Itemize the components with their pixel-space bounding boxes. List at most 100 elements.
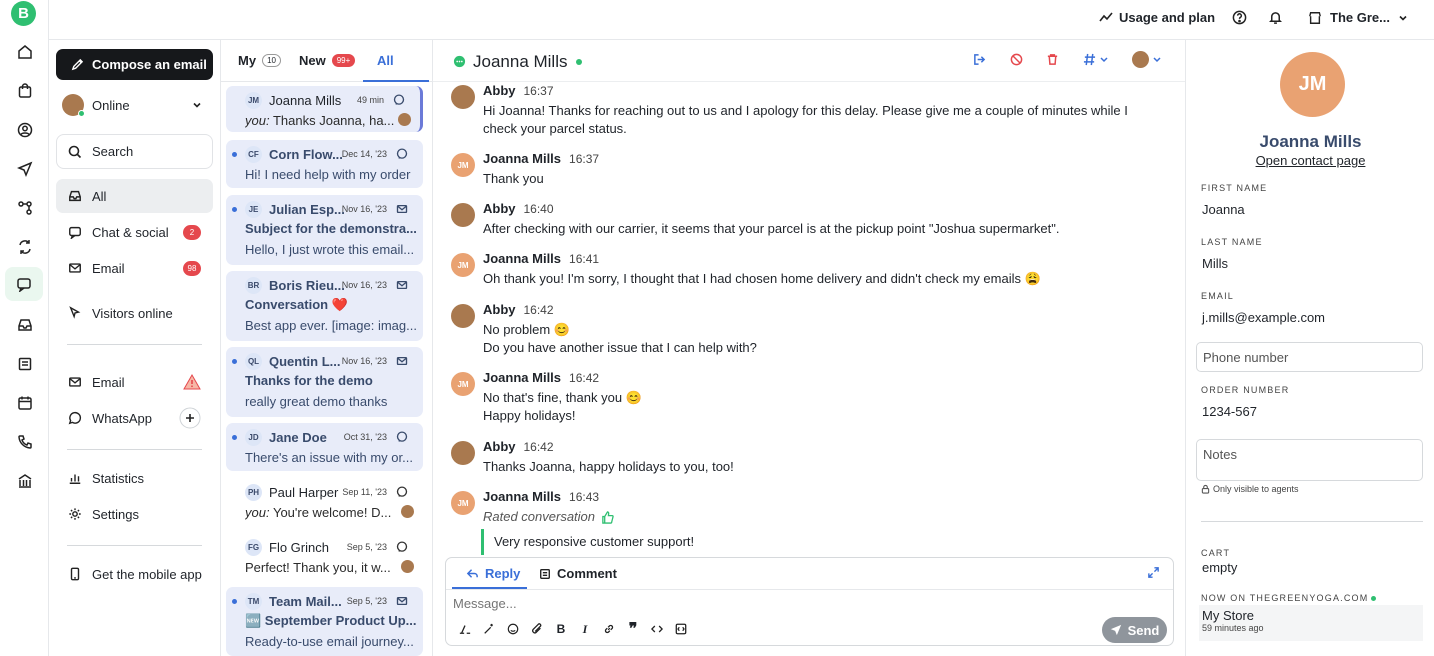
conversation-date: Nov 16, '23	[341, 356, 387, 366]
link-icon[interactable]	[602, 622, 616, 636]
chat-icon	[393, 94, 405, 105]
nav-settings[interactable]: Settings	[56, 497, 213, 531]
message-author: Joanna Mills	[483, 251, 562, 266]
tag-menu[interactable]	[1083, 53, 1109, 66]
conversation-name: Quentin L...	[269, 353, 341, 369]
order-number-field[interactable]: 1234-567	[1202, 404, 1257, 419]
code-block-icon[interactable]	[674, 622, 688, 636]
send-button[interactable]: Send	[1102, 617, 1167, 643]
channel-email[interactable]: Email	[56, 365, 213, 399]
bank-icon[interactable]	[14, 470, 36, 492]
search-label: Search	[92, 144, 134, 159]
message-author: Joanna Mills	[483, 489, 562, 504]
send-icon[interactable]	[14, 158, 36, 180]
code-icon[interactable]	[650, 622, 664, 636]
tab-reply[interactable]: Reply	[466, 566, 520, 581]
contact-avatar: JM	[1280, 52, 1345, 117]
conversation-date: Sep 5, '23	[346, 596, 387, 606]
phone-field[interactable]: Phone number	[1196, 342, 1423, 372]
conversation-item[interactable]: JE Julian Esp... Nov 16, '23 Subject for …	[226, 195, 423, 265]
nav-email[interactable]: Email 98	[56, 251, 213, 285]
chat-icon	[396, 431, 408, 442]
formatting-toolbar: B I ❞	[458, 621, 688, 638]
expand-icon[interactable]	[1147, 566, 1160, 579]
nav-chat-social[interactable]: Chat & social 2	[56, 215, 213, 249]
emoji-icon[interactable]	[506, 622, 520, 636]
chat-icon	[396, 148, 408, 159]
tab-new[interactable]: New 99+	[299, 53, 356, 68]
conversation-item[interactable]: PH Paul Harper Sep 11, '23 you: You're we…	[226, 478, 423, 526]
automation-icon[interactable]	[14, 197, 36, 219]
conversation-item[interactable]: CF Corn Flow... Dec 14, '23 Hi! I need he…	[226, 140, 423, 188]
conversation-item[interactable]: BR Boris Rieu... Nov 16, '23 Conversation…	[226, 271, 423, 341]
attachment-icon[interactable]	[530, 622, 544, 636]
cursor-icon	[69, 306, 81, 319]
usage-and-plan-button[interactable]: Usage and plan	[1099, 10, 1215, 25]
conversation-item[interactable]: TM Team Mail... Sep 5, '23 🆕 September Pr…	[226, 587, 423, 656]
mail-icon	[69, 263, 81, 273]
chat-icon	[396, 541, 408, 552]
email-field[interactable]: j.mills@example.com	[1202, 310, 1325, 325]
forms-icon[interactable]	[14, 353, 36, 375]
italic-icon[interactable]: I	[578, 622, 592, 636]
text-style-icon[interactable]	[458, 622, 472, 636]
current-page-time: 59 minutes ago	[1202, 623, 1264, 633]
chat-message: Abby 16:42 Thanks Joanna, happy holidays …	[451, 439, 1151, 479]
last-name-field[interactable]: Mills	[1202, 256, 1228, 271]
bold-icon[interactable]: B	[554, 622, 568, 636]
phone-icon[interactable]	[14, 431, 36, 453]
conversation-item[interactable]: FG Flo Grinch Sep 5, '23 Perfect! Thank y…	[226, 533, 423, 581]
search-button[interactable]: Search	[56, 134, 213, 169]
nav-visitors-label: Visitors online	[92, 305, 173, 321]
exit-icon[interactable]	[973, 53, 986, 66]
search-icon	[68, 145, 82, 158]
contact-avatar: JM	[451, 491, 475, 515]
order-number-label: ORDER NUMBER	[1201, 385, 1290, 395]
first-name-field[interactable]: Joanna	[1202, 202, 1245, 217]
notes-field[interactable]: Notes	[1196, 439, 1423, 481]
home-icon[interactable]	[14, 41, 36, 63]
calendar-icon[interactable]	[14, 392, 36, 414]
assignee-menu[interactable]	[1132, 51, 1162, 68]
brevo-logo[interactable]: B	[11, 1, 36, 26]
conversation-item[interactable]: JM Joanna Mills 49 min you: Thanks Joanna…	[226, 86, 423, 132]
divider	[1201, 521, 1423, 522]
magic-wand-icon[interactable]	[482, 622, 496, 636]
sync-icon[interactable]	[14, 236, 36, 258]
tab-my-label: My	[238, 53, 257, 68]
nav-statistics[interactable]: Statistics	[56, 461, 213, 495]
block-icon[interactable]	[1010, 53, 1023, 66]
conversation-item[interactable]: JD Jane Doe Oct 31, '23 There's an issue …	[226, 423, 423, 471]
tab-all[interactable]: All	[377, 53, 394, 68]
contacts-icon[interactable]	[14, 119, 36, 141]
tab-comment[interactable]: Comment	[539, 566, 617, 581]
nav-all[interactable]: All	[56, 179, 213, 213]
get-mobile-app-link[interactable]: Get the mobile app	[56, 557, 213, 591]
nav-visitors-online[interactable]: Visitors online	[56, 296, 213, 330]
online-dot	[78, 110, 85, 117]
bell-icon[interactable]	[1268, 10, 1283, 25]
you-prefix: you:	[245, 505, 270, 520]
open-contact-page-link[interactable]: Open contact page	[1186, 153, 1434, 168]
inbox-icon[interactable]	[14, 314, 36, 336]
mobile-icon	[70, 567, 80, 581]
quote-icon[interactable]: ❞	[626, 621, 640, 638]
channel-whatsapp[interactable]: WhatsApp	[56, 401, 213, 435]
divider	[67, 449, 202, 450]
compose-email-button[interactable]: Compose an email	[56, 49, 213, 80]
email-count-badge: 98	[183, 261, 201, 276]
agent-status-select[interactable]: Online	[62, 94, 202, 117]
trash-icon[interactable]	[1046, 53, 1059, 66]
hash-icon	[1083, 53, 1096, 66]
tab-my[interactable]: My 10	[238, 53, 281, 68]
account-menu[interactable]: The Gre...	[1308, 10, 1408, 25]
add-channel-icon[interactable]	[179, 407, 201, 429]
divider	[67, 545, 202, 546]
help-icon[interactable]	[1232, 10, 1247, 25]
assignee-avatar	[1132, 51, 1149, 68]
message-input[interactable]	[453, 596, 1053, 611]
shopping-bag-icon[interactable]	[14, 80, 36, 102]
conversation-item[interactable]: QL Quentin L... Nov 16, '23 Thanks for th…	[226, 347, 423, 417]
channel-email-label: Email	[92, 374, 125, 390]
conversations-icon[interactable]	[5, 267, 43, 301]
